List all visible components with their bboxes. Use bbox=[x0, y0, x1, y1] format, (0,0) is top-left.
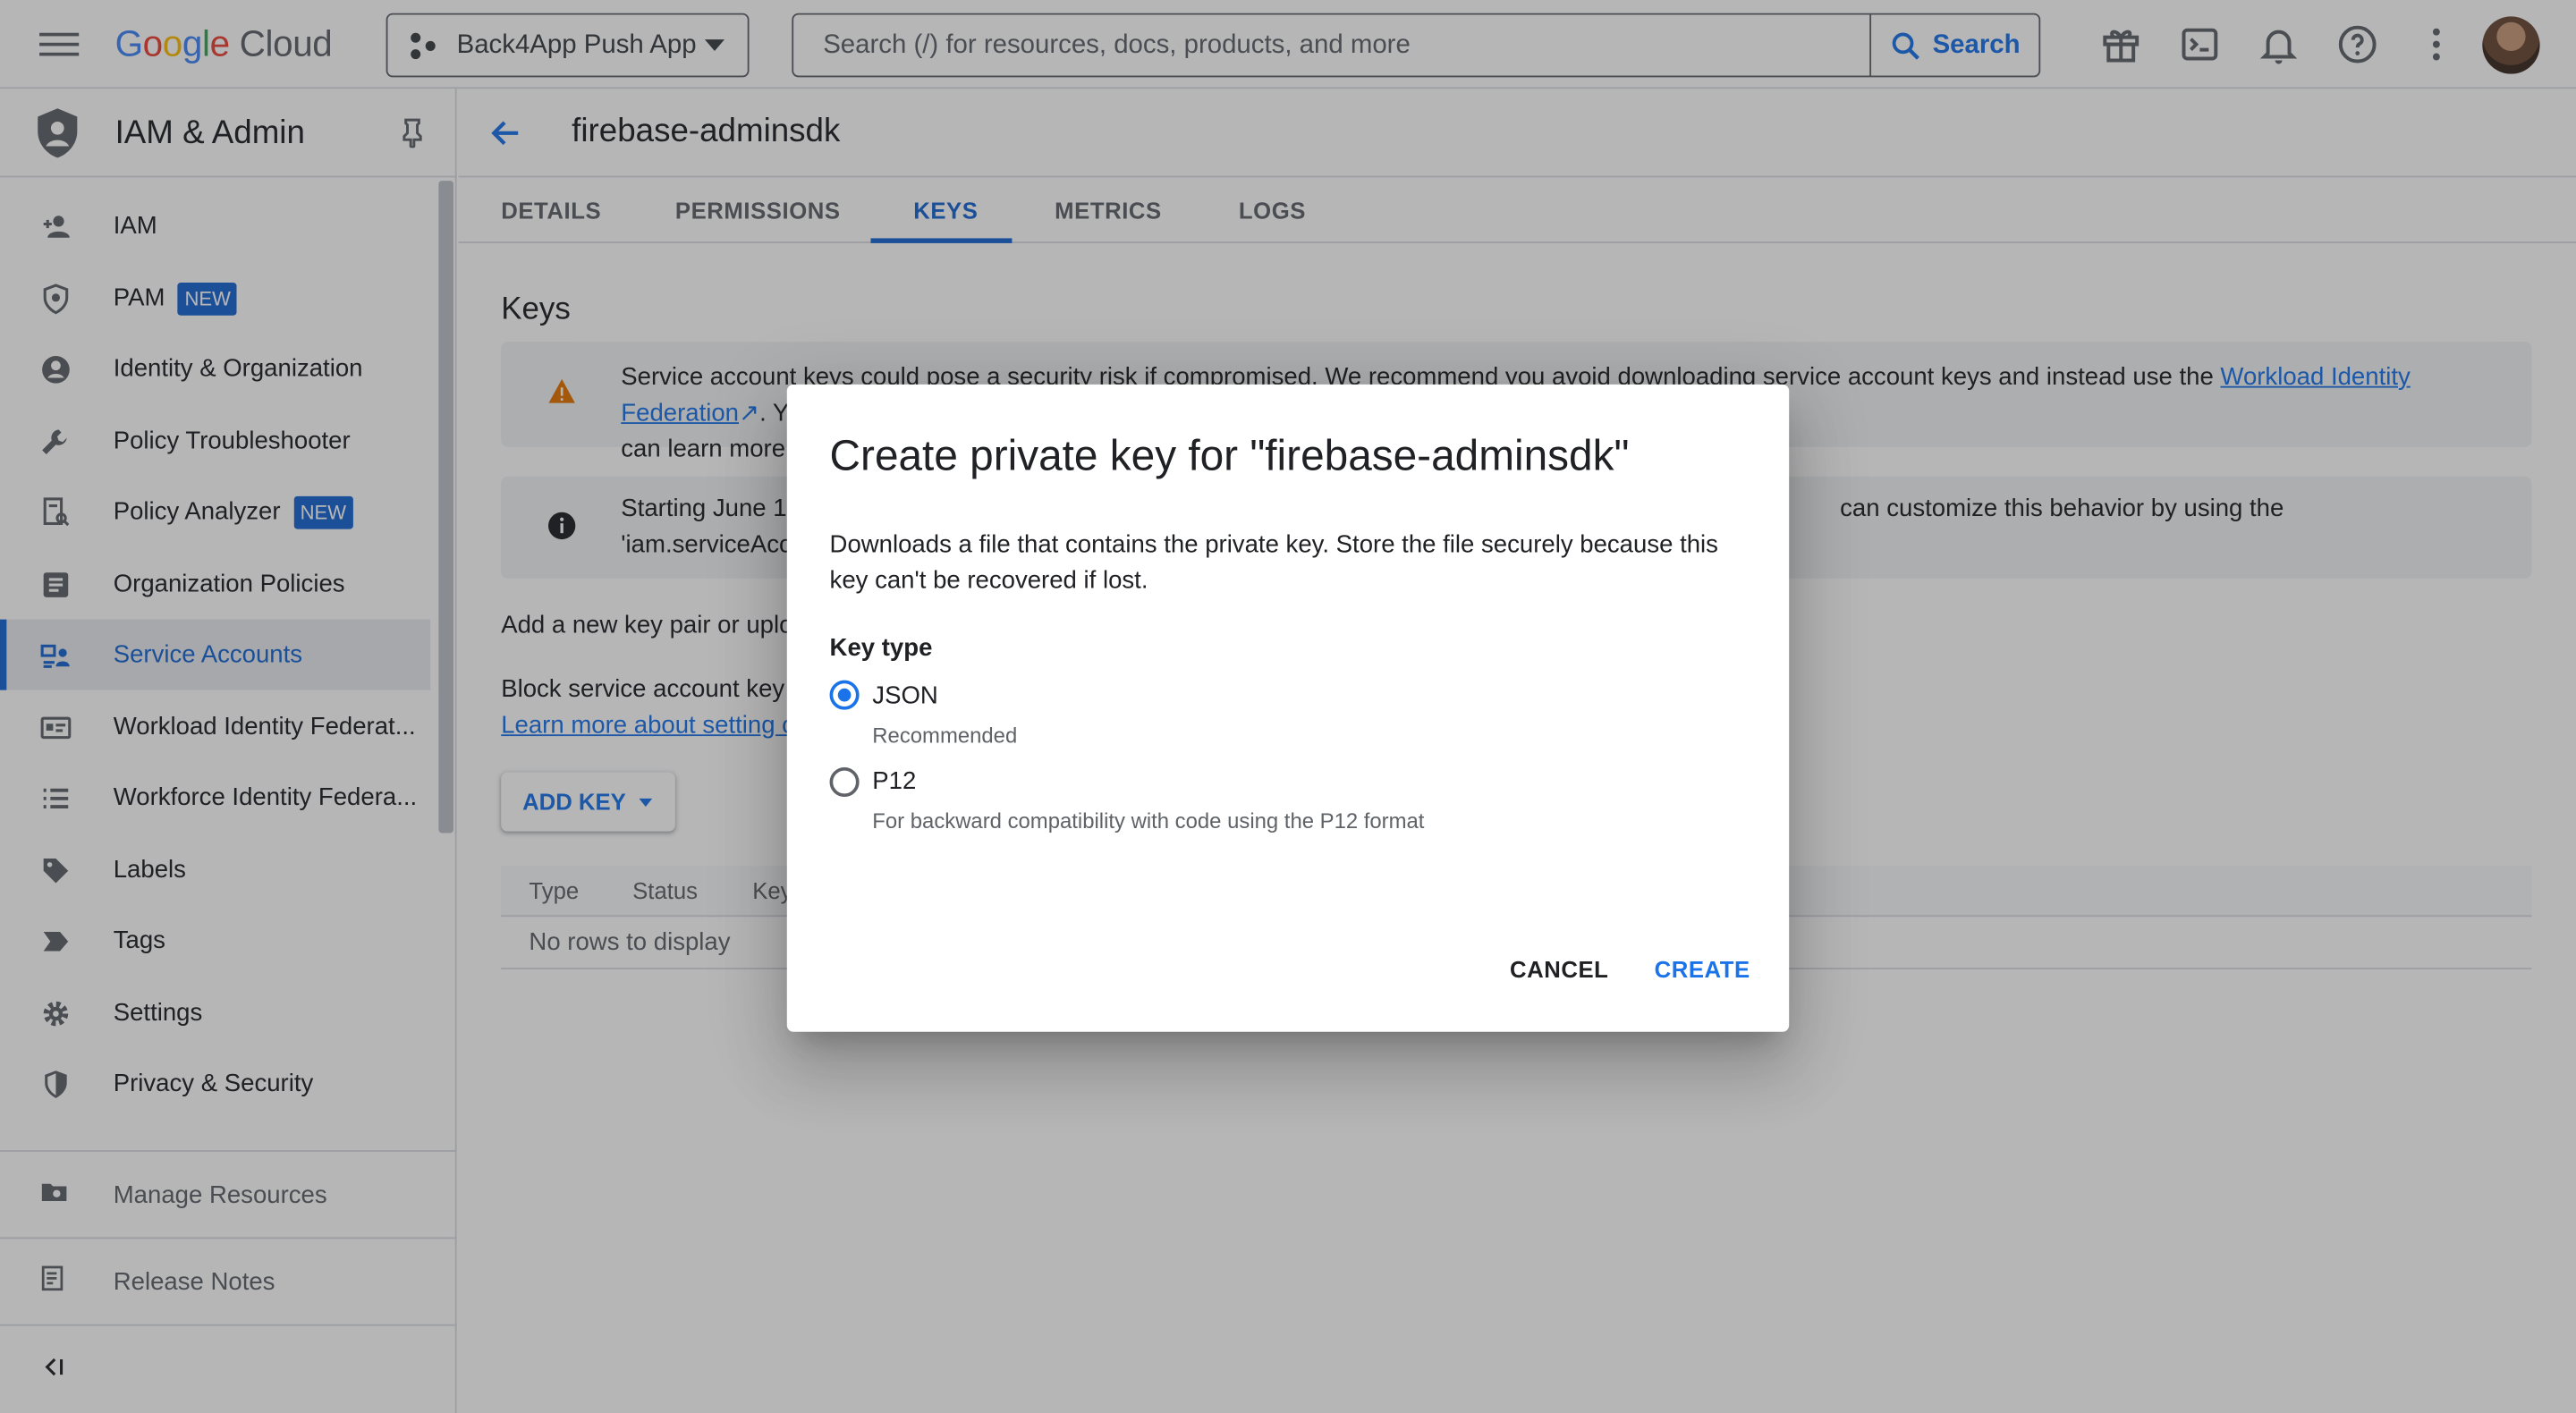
json-option-label[interactable]: JSON bbox=[872, 681, 937, 709]
p12-radio[interactable] bbox=[829, 766, 860, 798]
json-option-hint: Recommended bbox=[872, 723, 1018, 748]
json-radio[interactable] bbox=[829, 680, 860, 710]
p12-option-hint: For backward compatibility with code usi… bbox=[872, 808, 1425, 833]
key-type-label: Key type bbox=[829, 634, 933, 663]
dialog-title: Create private key for "firebase-adminsd… bbox=[829, 430, 1630, 480]
create-private-key-dialog: Create private key for "firebase-adminsd… bbox=[786, 384, 1790, 1032]
dialog-description: Downloads a file that contains the priva… bbox=[829, 530, 1718, 596]
cancel-button[interactable]: CANCEL bbox=[1510, 956, 1608, 982]
p12-option-label[interactable]: P12 bbox=[872, 767, 916, 795]
create-button[interactable]: CREATE bbox=[1655, 956, 1750, 982]
